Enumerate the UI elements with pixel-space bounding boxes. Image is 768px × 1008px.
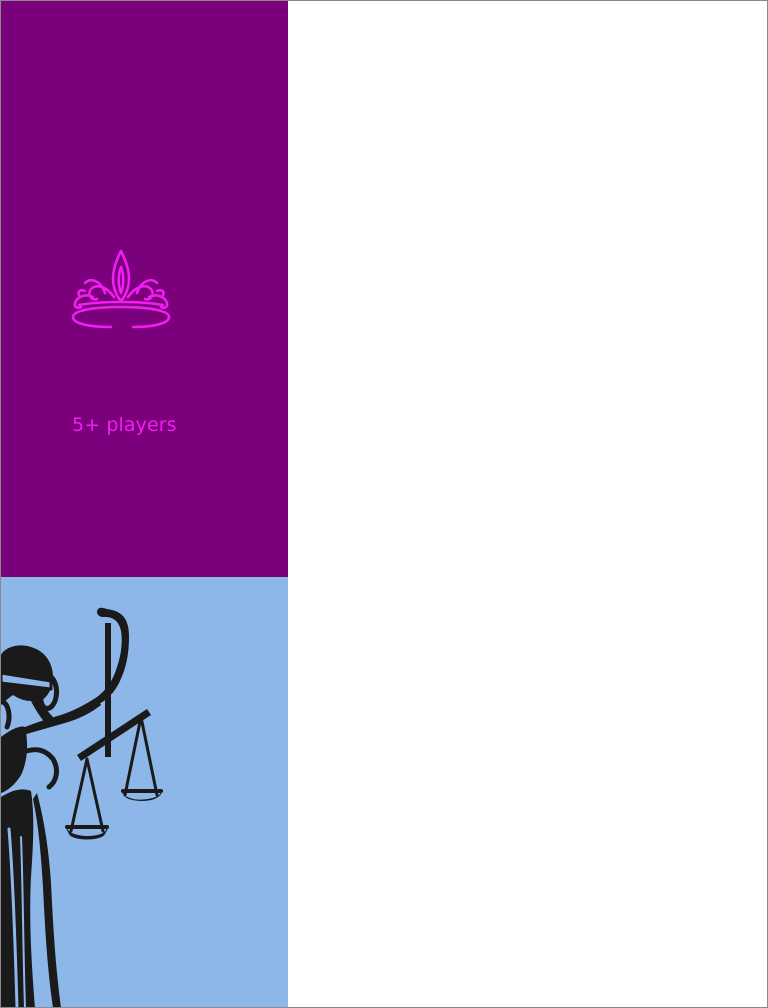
crown-icon	[71, 249, 171, 329]
role-card-illustration	[1, 577, 288, 1007]
role-card-panel: 5+ players	[1, 1, 288, 1007]
page: 5+ players	[0, 0, 768, 1008]
lady-justice-illustration	[1, 607, 163, 1007]
role-card-front: 5+ players	[1, 1, 288, 577]
players-count-label: 5+ players	[72, 414, 177, 436]
